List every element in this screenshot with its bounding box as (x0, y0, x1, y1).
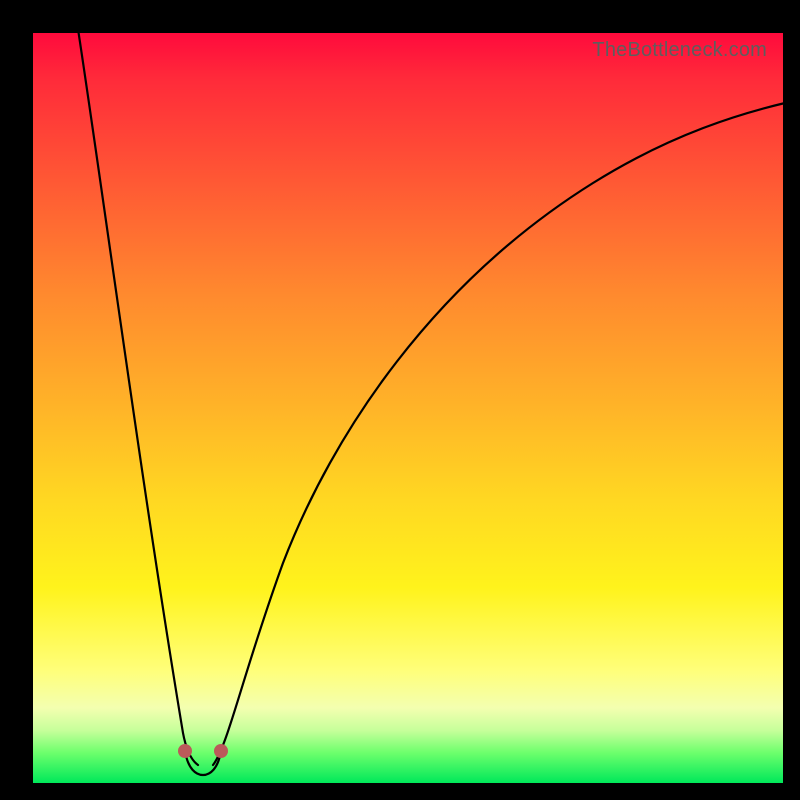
curve-min-dot-right (214, 744, 228, 758)
chart-plot-area: TheBottleneck.com (33, 33, 783, 783)
curve-left-branch (78, 29, 198, 765)
curve-right-branch (213, 103, 785, 765)
curve-min-dot-left (178, 744, 192, 758)
bottleneck-curve (33, 33, 783, 783)
chart-frame: TheBottleneck.com (0, 0, 800, 800)
